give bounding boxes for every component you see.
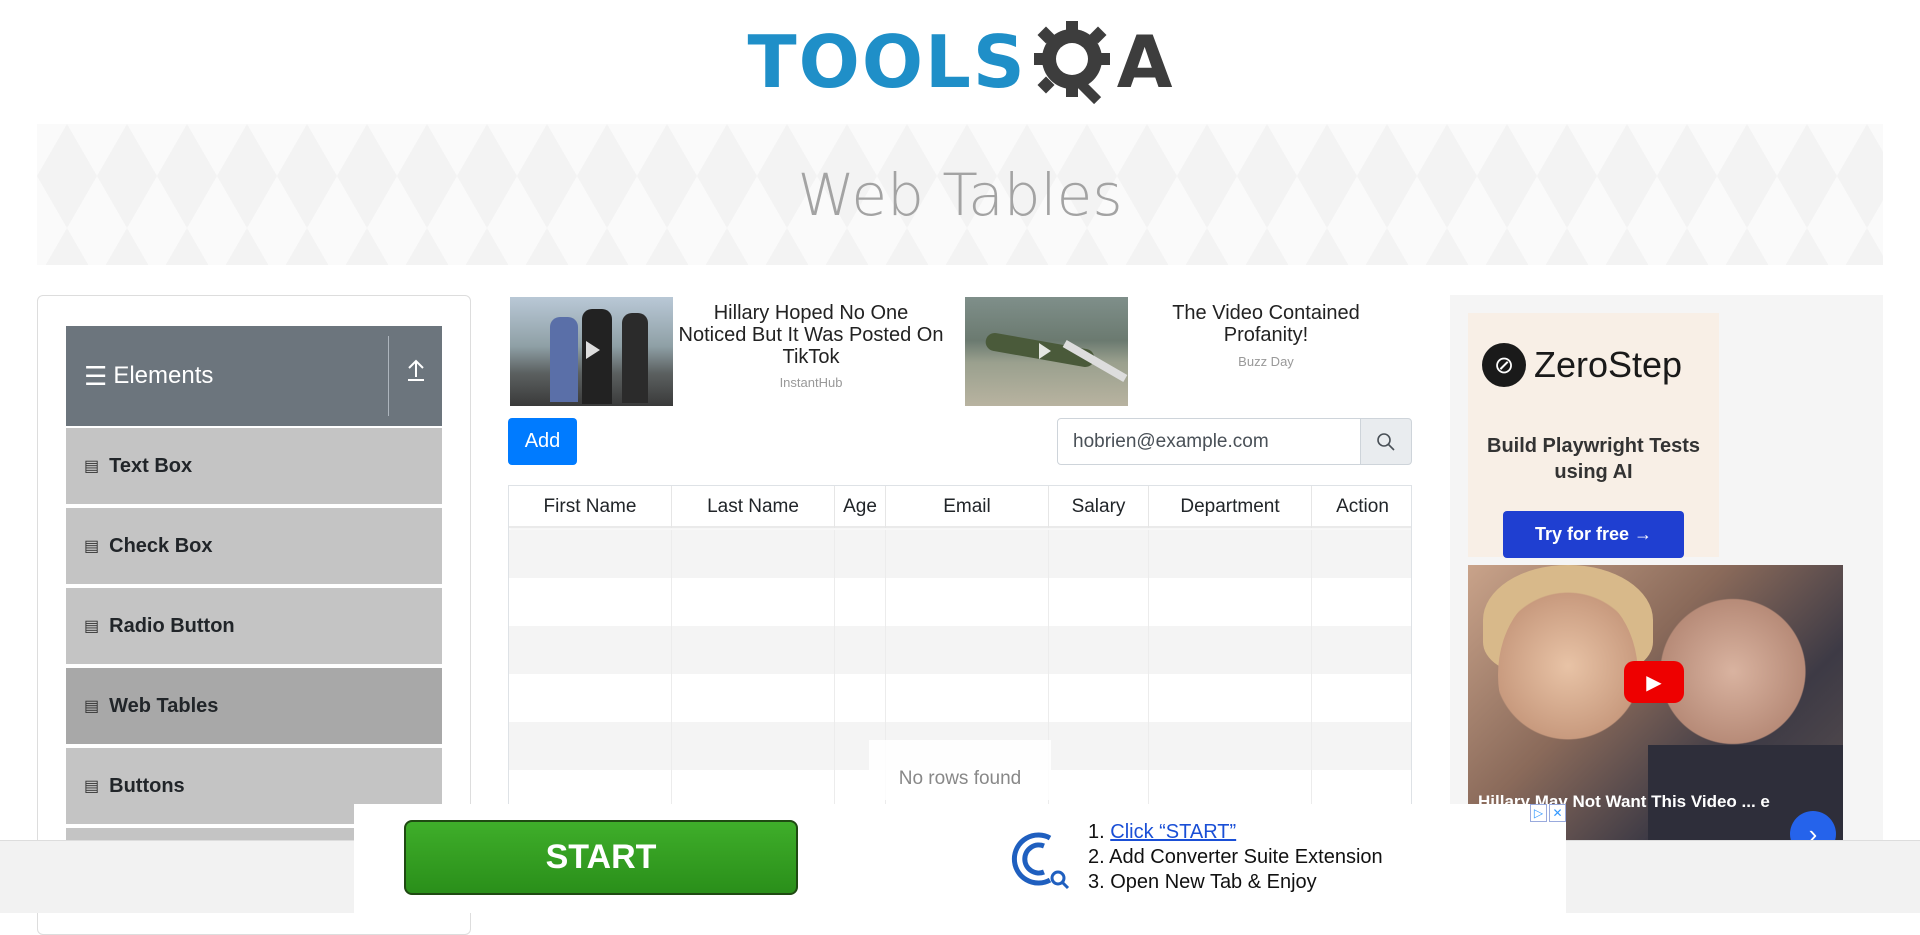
zerostep-ad[interactable]: ⊘ ZeroStep Build Playwright Tests using … [1468, 313, 1719, 558]
web-table: First Name Last Name Age Email Salary De… [508, 485, 1412, 805]
zerostep-tagline: Build Playwright Tests using AI [1487, 435, 1700, 483]
logo-text: TOOLS [747, 20, 1027, 104]
converter-suite-icon [1002, 824, 1072, 894]
sidebar-item-radio-button[interactable]: ▤ Radio Button [66, 588, 442, 666]
close-icon[interactable]: ✕ [1549, 804, 1566, 822]
video-ad[interactable]: ▶ Hillary May Not Want This Video ... e … [1468, 565, 1843, 840]
step-2: 2. Add Converter Suite Extension [1088, 846, 1383, 868]
zerostep-logo: ⊘ ZeroStep [1482, 343, 1682, 387]
sidebar-item-label: Text Box [109, 454, 193, 477]
youtube-play-icon[interactable]: ▶ [1624, 661, 1684, 703]
column-header-department[interactable]: Department [1149, 486, 1312, 528]
sidebar-item-label: Radio Button [109, 614, 235, 637]
column-header-salary[interactable]: Salary [1049, 486, 1149, 528]
column-header-first-name[interactable]: First Name [509, 486, 672, 528]
sidebar-item-check-box[interactable]: ▤ Check Box [66, 508, 442, 586]
ad-title[interactable]: The Video Contained Profanity! [1133, 302, 1399, 346]
column-header-action[interactable]: Action [1312, 486, 1411, 528]
ad-source: InstantHub [779, 375, 843, 390]
table-row [509, 626, 1411, 674]
html5-icon: ▤ [84, 618, 100, 635]
sidebar-group-elements[interactable]: ☰ Elements [66, 326, 442, 426]
sidebar-group-title: Elements [113, 362, 214, 389]
search-button[interactable] [1360, 418, 1412, 465]
adchoices-badge[interactable]: ▷ ✕ [1530, 804, 1566, 824]
gear-icon [1033, 21, 1110, 105]
search-icon [1377, 432, 1395, 451]
sidebar-item-label: Web Tables [109, 694, 219, 717]
play-icon [586, 341, 600, 359]
sidebar-item-label: Check Box [109, 534, 213, 557]
try-for-free-button[interactable]: Try for free → [1503, 511, 1684, 558]
column-header-last-name[interactable]: Last Name [672, 486, 835, 528]
sidebar-item-web-tables[interactable]: ▤ Web Tables [66, 668, 442, 746]
menu-icon: ☰ [84, 360, 108, 391]
table-header: First Name Last Name Age Email Salary De… [509, 486, 1411, 528]
search-input[interactable]: hobrien@example.com [1057, 418, 1361, 465]
logo-suffix: A [1116, 20, 1173, 104]
column-header-age[interactable]: Age [835, 486, 886, 528]
sidebar-item-text-box[interactable]: ▤ Text Box [66, 428, 442, 506]
play-icon [1039, 343, 1051, 359]
ad-source: Buzz Day [1238, 354, 1294, 369]
page-banner: Web Tables [37, 124, 1883, 265]
column-header-email[interactable]: Email [886, 486, 1049, 528]
html5-icon: ▤ [84, 698, 100, 715]
step-3-text: Open New Tab & Enjoy [1110, 871, 1317, 893]
install-steps: 1. Click “START” 2. Add Converter Suite … [1088, 820, 1383, 895]
html5-icon: ▤ [84, 778, 100, 795]
bottom-ad-banner[interactable]: START 1. Click “START” 2. Add Converter … [354, 804, 1566, 913]
collapse-arrow-icon[interactable] [401, 356, 431, 396]
right-ad-panel: ⊘ ZeroStep Build Playwright Tests using … [1450, 295, 1883, 840]
table-row [509, 674, 1411, 722]
step-1: 1. Click “START” [1088, 821, 1237, 843]
ad-title[interactable]: Hillary Hoped No One Noticed But It Was … [678, 302, 944, 368]
header: TOOLS A [0, 0, 1920, 124]
header-divider [388, 336, 389, 416]
sidebar-item-label: Buttons [109, 774, 185, 797]
table-row [509, 530, 1411, 578]
add-button[interactable]: Add [508, 418, 577, 465]
click-start-link[interactable]: Click “START” [1110, 821, 1236, 843]
html5-icon: ▤ [84, 458, 100, 475]
zerostep-brand: ZeroStep [1534, 344, 1683, 385]
no-rows-message: No rows found [869, 740, 1051, 800]
start-button[interactable]: START [404, 820, 798, 895]
step-2-text: Add Converter Suite Extension [1109, 846, 1383, 868]
step-3: 3. Open New Tab & Enjoy [1088, 871, 1317, 893]
table-row [509, 578, 1411, 626]
adchoices-icon[interactable]: ▷ [1530, 804, 1547, 822]
zerostep-icon: ⊘ [1482, 343, 1526, 387]
toolsqa-logo[interactable]: TOOLS A [748, 17, 1173, 107]
ad-thumbnail[interactable] [965, 297, 1128, 406]
html5-icon: ▤ [84, 538, 100, 555]
ad-thumbnail[interactable] [510, 297, 673, 406]
page-title: Web Tables [797, 160, 1123, 229]
